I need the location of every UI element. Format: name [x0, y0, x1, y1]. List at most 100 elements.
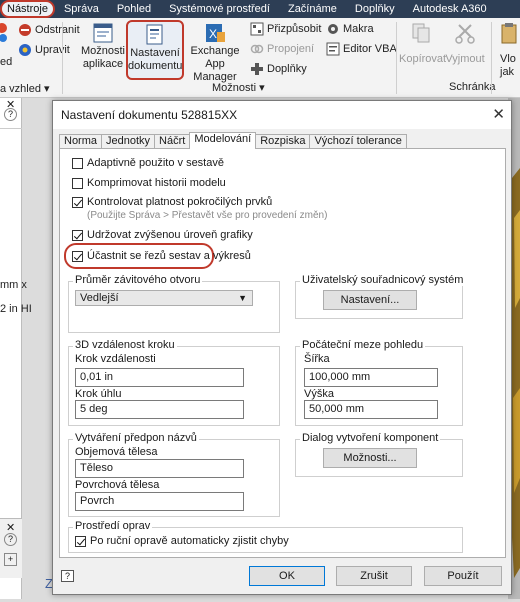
zrusit-button[interactable]: Zrušit: [336, 566, 412, 586]
menu-item-6[interactable]: Autodesk A360: [404, 0, 496, 18]
menu-item-4[interactable]: Začínáme: [279, 0, 346, 18]
partial-left-icon[interactable]: [0, 22, 12, 43]
propojeni-button[interactable]: Propojení: [250, 42, 314, 56]
chevron-down-icon: ▼: [238, 293, 247, 303]
document-settings-icon: [146, 24, 163, 45]
tab-4[interactable]: Rozpiska: [255, 134, 311, 149]
ucastnit-label: Účastnit se řezů sestav a výkresů: [87, 250, 251, 262]
kopirovat-button[interactable]: Kopírovat: [399, 22, 446, 66]
predpon-group: Vytváření předpon názvů Objemová tělesa …: [68, 432, 280, 517]
ucastnit-box[interactable]: [72, 250, 83, 262]
scissors-icon: [455, 24, 475, 44]
menu-item-1[interactable]: Správa: [55, 0, 108, 18]
group-divider-2: [491, 22, 492, 94]
add-ins-icon: [251, 63, 263, 75]
paint-icon: [0, 23, 7, 42]
editor-vba-button[interactable]: Editor VBA: [326, 42, 397, 56]
uzivatelsky-title: Uživatelský souřadnicový systém: [300, 274, 466, 286]
tab-1[interactable]: Jednotky: [101, 134, 156, 149]
tab-3[interactable]: Modelování: [189, 132, 257, 149]
dialog-title: Nastavení dokumentu 528815XX ✕: [53, 101, 511, 129]
adaptivne-checkbox[interactable]: Adaptivně použito v sestavě: [72, 157, 224, 169]
ok-button[interactable]: OK: [249, 566, 325, 586]
udrzovat-box[interactable]: [72, 229, 83, 241]
krok3d-group: 3D vzdálenost kroku Krok vzdálenosti 0,0…: [68, 339, 280, 426]
sirka-label: Šířka: [304, 353, 330, 365]
vyska-label: Výška: [304, 388, 334, 400]
exchange-app-manager-button[interactable]: X Exchange App Manager: [185, 22, 245, 84]
prostredi-title: Prostředí oprav: [73, 520, 153, 532]
dialog-close-icon[interactable]: ✕: [492, 101, 505, 129]
delete-appearance-icon: [19, 24, 31, 36]
vyska-input[interactable]: 50,000 mm: [304, 400, 438, 419]
dialog-komponent-title: Dialog vytvoření komponent: [300, 432, 441, 444]
editor-vba-label: Editor VBA: [343, 42, 397, 55]
sirka-input[interactable]: 100,000 mm: [304, 368, 438, 387]
bottom-panel: ✕ ? +: [0, 518, 22, 578]
kontrolovat-box[interactable]: [72, 196, 83, 208]
ribbon: Odstranit Upravit ed Možnosti aplikace N…: [0, 18, 520, 98]
menu-item-0[interactable]: Nástroje: [0, 0, 55, 18]
moznosti-aplikace-button[interactable]: Možnosti aplikace: [80, 22, 126, 71]
document-settings-dialog: Nastavení dokumentu 528815XX ✕ Norma Jedn…: [52, 100, 512, 595]
povrch-label: Povrchová tělesa: [75, 479, 160, 491]
menu-item-5[interactable]: Doplňky: [346, 0, 404, 18]
komprimovat-checkbox[interactable]: Komprimovat historii modelu: [72, 177, 226, 189]
expand-icon[interactable]: +: [4, 553, 17, 566]
dialog-help-icon[interactable]: ?: [61, 570, 74, 582]
application-options-icon: [93, 23, 113, 43]
kontrolovat-hint: (Použijte Správa > Přestavět vše pro pro…: [87, 210, 328, 221]
vlozit-line2: jak: [500, 66, 515, 78]
vlozit-line1: Vlo: [500, 53, 516, 65]
bottom-help-circle-icon[interactable]: ?: [4, 533, 17, 546]
objem-input[interactable]: Těleso: [75, 459, 244, 478]
tab-0[interactable]: Norma: [59, 134, 103, 149]
komprimovat-label: Komprimovat historii modelu: [87, 177, 226, 189]
exchange-app-icon: X: [206, 24, 225, 42]
prostredi-box[interactable]: [75, 535, 86, 547]
udrzovat-label: Udržovat zvýšenou úroveň grafiky: [87, 229, 253, 241]
krok-uhlu-input[interactable]: 5 deg: [75, 400, 244, 419]
panel-divider: [0, 128, 22, 129]
ucastnit-checkbox[interactable]: Účastnit se řezů sestav a výkresů: [72, 250, 251, 262]
doplnky-button[interactable]: Doplňky: [250, 62, 307, 76]
nastaveni-dokumentu-line2: dokumentu: [128, 60, 183, 72]
ucs-nastaveni-button[interactable]: Nastavení...: [323, 290, 417, 310]
prumer-title: Průměr závitového otvoru: [73, 274, 203, 286]
makra-button[interactable]: Makra: [326, 22, 374, 36]
prumer-group: Průměr závitového otvoru Vedlejší ▼: [68, 274, 280, 333]
kontrolovat-checkbox[interactable]: Kontrolovat platnost pokročilých prvků: [72, 196, 272, 208]
vyjmout-button[interactable]: Vyjmout: [443, 22, 487, 66]
krok-vzd-input[interactable]: 0,01 in: [75, 368, 244, 387]
vzhled-group-label[interactable]: a vzhled ▾: [0, 82, 55, 97]
tab-5[interactable]: Výchozí tolerance: [309, 134, 407, 149]
tab-2[interactable]: Náčrt: [154, 134, 191, 149]
vba-editor-icon: [326, 42, 340, 56]
komprimovat-box[interactable]: [72, 177, 83, 189]
povrch-input[interactable]: Povrch: [75, 492, 244, 511]
menu-bar: Nástroje Správa Pohled Systémové prostředí Z…: [0, 0, 520, 18]
adaptivne-label: Adaptivně použito v sestavě: [87, 157, 224, 169]
nastaveni-dokumentu-button[interactable]: Nastavení dokumentu: [126, 20, 184, 80]
komponent-moznosti-button[interactable]: Možnosti...: [323, 448, 417, 468]
predpon-title: Vytváření předpon názvů: [73, 432, 199, 444]
panel-text-1: mm x: [0, 279, 27, 291]
moznosti-aplikace-line2: aplikace: [82, 58, 124, 70]
pouzit-button[interactable]: Použít: [424, 566, 502, 586]
adaptivne-box[interactable]: [72, 157, 83, 169]
menu-item-2[interactable]: Pohled: [108, 0, 160, 18]
udrzovat-checkbox[interactable]: Udržovat zvýšenou úroveň grafiky: [72, 229, 253, 241]
schranka-group-label: Schránka: [449, 81, 496, 93]
prizpusobit-button[interactable]: Přizpůsobit: [250, 22, 321, 36]
vlozit-partial-button[interactable]: Vlo jak: [500, 22, 520, 79]
paste-icon: [501, 23, 517, 44]
prumer-select[interactable]: Vedlejší ▼: [75, 290, 253, 306]
panel-text-2: 2 in HI: [0, 303, 32, 315]
help-circle-icon[interactable]: ?: [4, 108, 17, 121]
prostredi-checkbox[interactable]: Po ruční opravě automaticky zjistit chyb…: [75, 535, 289, 547]
krok-vzd-label: Krok vzdálenosti: [75, 353, 156, 365]
odstranit-button[interactable]: Odstranit: [18, 23, 80, 37]
menu-item-3[interactable]: Systémové prostředí: [160, 0, 279, 18]
moznosti-group-label[interactable]: Možnosti ▾: [212, 81, 265, 94]
moznosti-aplikace-line1: Možnosti: [80, 45, 126, 57]
